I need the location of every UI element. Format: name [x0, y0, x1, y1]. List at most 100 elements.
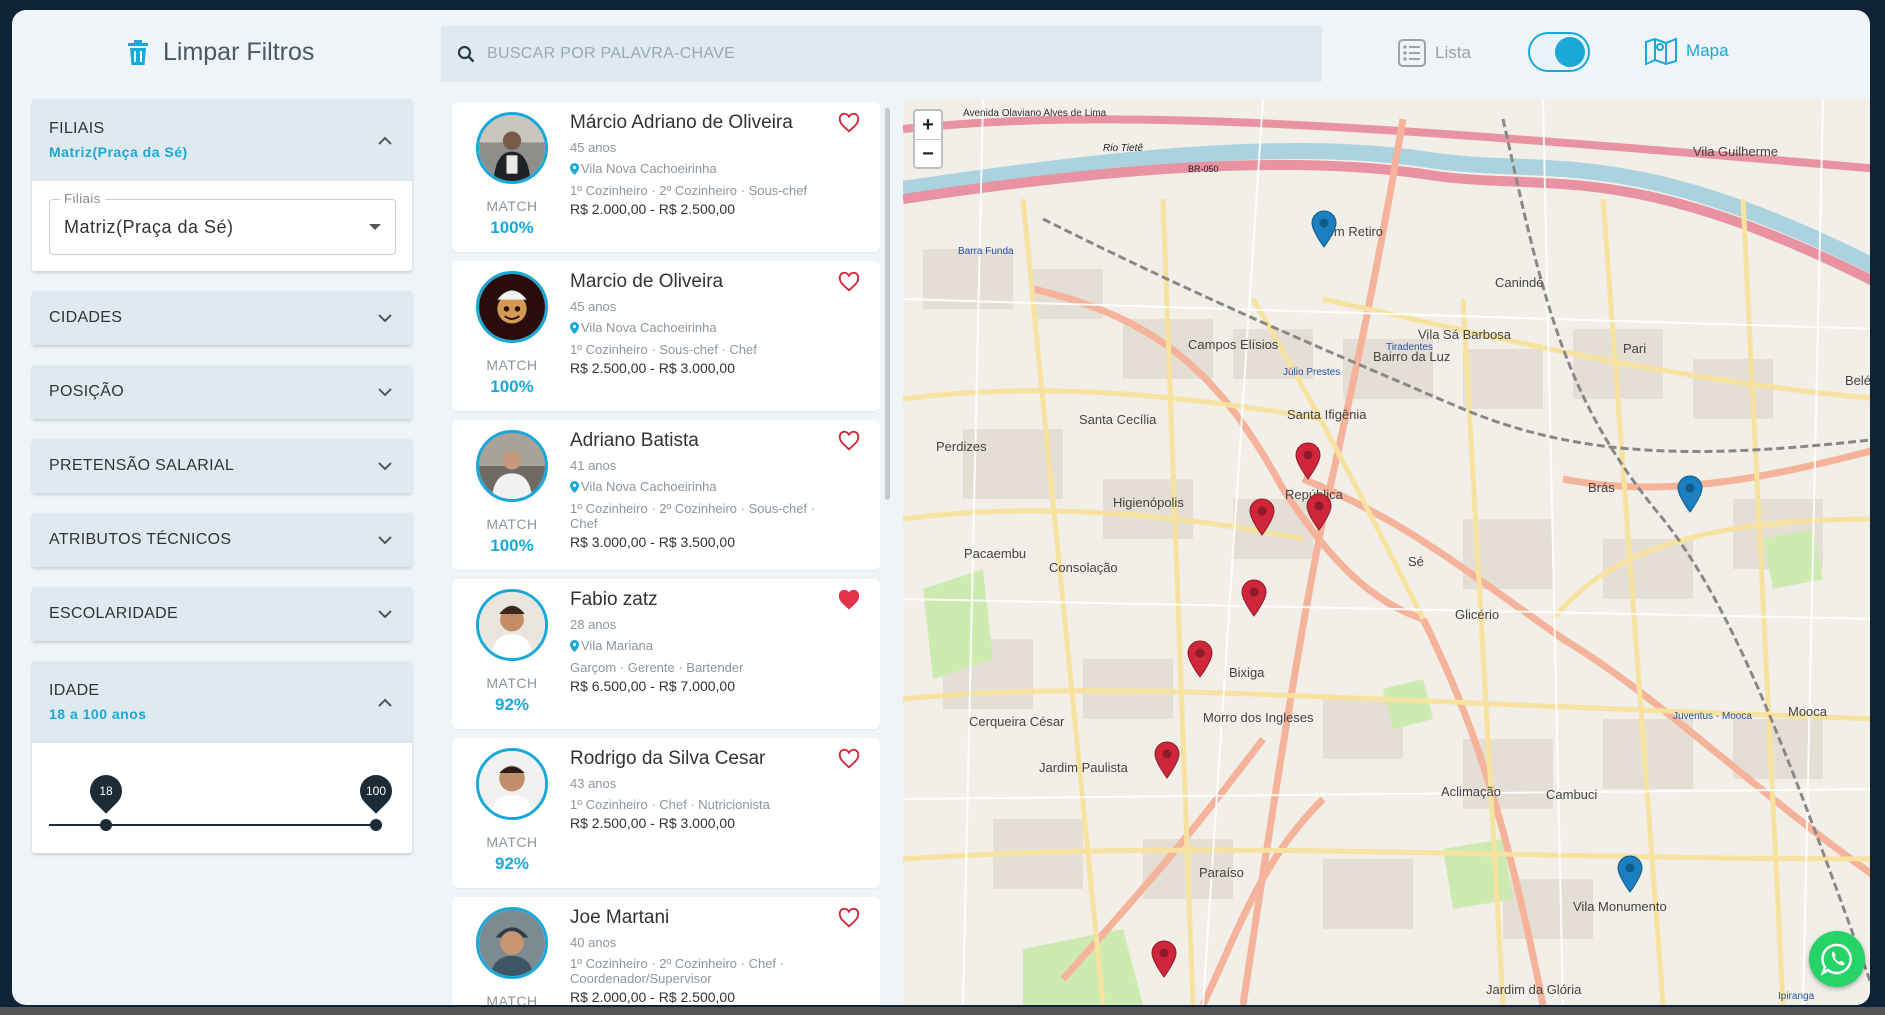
avatar [476, 589, 548, 661]
filter-posicao-header[interactable]: POSIÇÃO [32, 365, 412, 419]
clear-filters-label: Limpar Filtros [163, 38, 315, 66]
avatar [476, 748, 548, 820]
candidate-salary: R$ 2.000,00 - R$ 2.500,00 [570, 989, 736, 1005]
map-label: Jardim Paulista [1039, 760, 1129, 775]
match-percentage: 100% [490, 377, 534, 396]
candidate-name: Marcio de Oliveira [570, 271, 724, 292]
filter-filiais-body: Filiais Matriz(Praça da Sé) [32, 181, 412, 271]
chevron-down-icon [378, 387, 392, 396]
filter-selected-value: Matriz(Praça da Sé) [49, 144, 188, 160]
view-toggle[interactable] [1528, 32, 1590, 72]
candidate-card[interactable]: MATCH 100% Márcio Adriano de Oliveira 45… [452, 102, 880, 252]
map-label: Consolação [1049, 560, 1118, 575]
candidate-location: Vila Nova Cachoeirinha [570, 320, 717, 335]
map-label: Ipiranga [1778, 991, 1815, 1002]
candidate-card[interactable]: MATCH 92% Fabio zatz 28 anos Vila Marian… [452, 579, 880, 729]
map-label: Morro dos Ingleses [1203, 710, 1314, 725]
slider-min-handle[interactable] [100, 819, 112, 831]
slider-min-bubble: 18 [83, 768, 129, 814]
list-view-button[interactable]: Lista [1397, 38, 1471, 68]
search-bar [441, 26, 1322, 82]
filter-escolaridade-header[interactable]: ESCOLARIDADE [32, 587, 412, 641]
map-label: Vila Guilherme [1693, 144, 1778, 159]
filter-title: PRETENSÃO SALARIAL [49, 457, 235, 474]
filter-title: FILIAIS [49, 120, 105, 137]
slider-max-handle[interactable] [370, 819, 382, 831]
filter-filiais: FILIAIS Matriz(Praça da Sé) Filiais Matr… [32, 99, 412, 271]
list-view-label: Lista [1435, 43, 1471, 62]
candidate-location-text: Vila Nova Cachoeirinha [581, 479, 717, 494]
trash-icon [128, 39, 148, 65]
filter-cidades-header[interactable]: CIDADES [32, 291, 412, 345]
filter-selected-value: 18 a 100 anos [49, 706, 147, 722]
map-view[interactable]: Avenida Olaviano Alves de Lima Rio Tietê… [903, 99, 1870, 1005]
slider-min-value: 18 [99, 784, 113, 798]
candidate-location: Vila Mariana [570, 638, 653, 653]
candidate-roles: Garçom · Gerente · Bartender [570, 660, 744, 675]
location-pin-icon [570, 162, 579, 175]
map-view-label: Mapa [1686, 41, 1729, 60]
candidate-card[interactable]: MATCH 92% Rodrigo da Silva Cesar 43 anos… [452, 738, 880, 888]
candidate-location: Vila Nova Cachoeirinha [570, 161, 717, 176]
map-view-button[interactable]: Mapa [1644, 36, 1729, 66]
map-label: Higienópolis [1113, 495, 1184, 510]
heart-filled-icon[interactable] [838, 589, 860, 611]
whatsapp-icon [1820, 943, 1852, 976]
map-label: Sé [1408, 554, 1424, 569]
map-label: Pari [1623, 341, 1646, 356]
candidate-location-text: Vila Mariana [581, 638, 654, 653]
candidate-card[interactable]: MATCH Joe Martani 40 anos 1º Cozinheiro … [452, 897, 880, 1005]
heart-outline-icon[interactable] [838, 430, 860, 452]
list-scrollbar[interactable] [885, 108, 890, 500]
clear-filters-button[interactable]: Limpar Filtros [127, 38, 314, 67]
map-label: Paraíso [1199, 865, 1244, 880]
avatar [476, 112, 548, 184]
slider-track [49, 824, 382, 826]
avatar [476, 907, 548, 979]
match-label: MATCH [486, 516, 538, 532]
heart-outline-icon[interactable] [838, 271, 860, 293]
candidate-salary: R$ 2.000,00 - R$ 2.500,00 [570, 201, 736, 217]
filter-atributos-header[interactable]: ATRIBUTOS TÉCNICOS [32, 513, 412, 567]
candidate-card[interactable]: MATCH 100% Marcio de Oliveira 45 anos Vi… [452, 261, 880, 411]
avatar [476, 271, 548, 343]
candidate-name: Adriano Batista [570, 430, 699, 451]
filiais-select[interactable]: Filiais Matriz(Praça da Sé) [49, 191, 396, 255]
age-range-slider: 18 100 [32, 743, 412, 853]
map-label: Bixiga [1229, 665, 1265, 680]
whatsapp-button[interactable] [1809, 931, 1865, 987]
location-pin-icon [570, 321, 579, 334]
map-label: Vila Monumento [1573, 899, 1667, 914]
map-label: Campos Elísios [1188, 337, 1279, 352]
map-label: Glicério [1455, 607, 1499, 622]
candidate-card[interactable]: MATCH 100% Adriano Batista 41 anos Vila … [452, 420, 880, 570]
filiais-select-label: Filiais [60, 191, 105, 206]
filter-filiais-header[interactable]: FILIAIS Matriz(Praça da Sé) [32, 99, 412, 181]
map-label: Cambuci [1546, 787, 1597, 802]
map-label: Juventus - Mooca [1673, 711, 1752, 722]
filter-idade-header[interactable]: IDADE 18 a 100 anos [32, 661, 412, 743]
heart-outline-icon[interactable] [838, 112, 860, 134]
filter-pretensao-header[interactable]: PRETENSÃO SALARIAL [32, 439, 412, 493]
map-label: Júlio Prestes [1283, 367, 1340, 378]
filter-title: ATRIBUTOS TÉCNICOS [49, 531, 232, 548]
filter-cidades: CIDADES [32, 291, 412, 345]
filiais-select-value: Matriz(Praça da Sé) [64, 216, 234, 237]
candidate-location-text: Vila Nova Cachoeirinha [581, 320, 717, 335]
heart-outline-icon[interactable] [838, 907, 860, 929]
heart-outline-icon[interactable] [838, 748, 860, 770]
zoom-in-button[interactable]: + [915, 111, 941, 139]
candidate-salary: R$ 2.500,00 - R$ 3.000,00 [570, 360, 736, 376]
map-canvas: Avenida Olaviano Alves de Lima Rio Tietê… [903, 99, 1870, 1005]
match-label: MATCH [486, 993, 538, 1005]
chevron-down-icon [378, 609, 392, 618]
filter-title: POSIÇÃO [49, 383, 125, 400]
slider-max-bubble: 100 [353, 768, 399, 814]
candidate-name: Fabio zatz [570, 589, 658, 610]
zoom-out-button[interactable]: − [915, 139, 941, 167]
candidate-name: Rodrigo da Silva Cesar [570, 748, 766, 769]
match-percentage: 92% [494, 695, 530, 714]
toggle-knob [1555, 37, 1585, 67]
search-input[interactable] [487, 45, 1287, 63]
match-percentage: 100% [490, 536, 534, 555]
